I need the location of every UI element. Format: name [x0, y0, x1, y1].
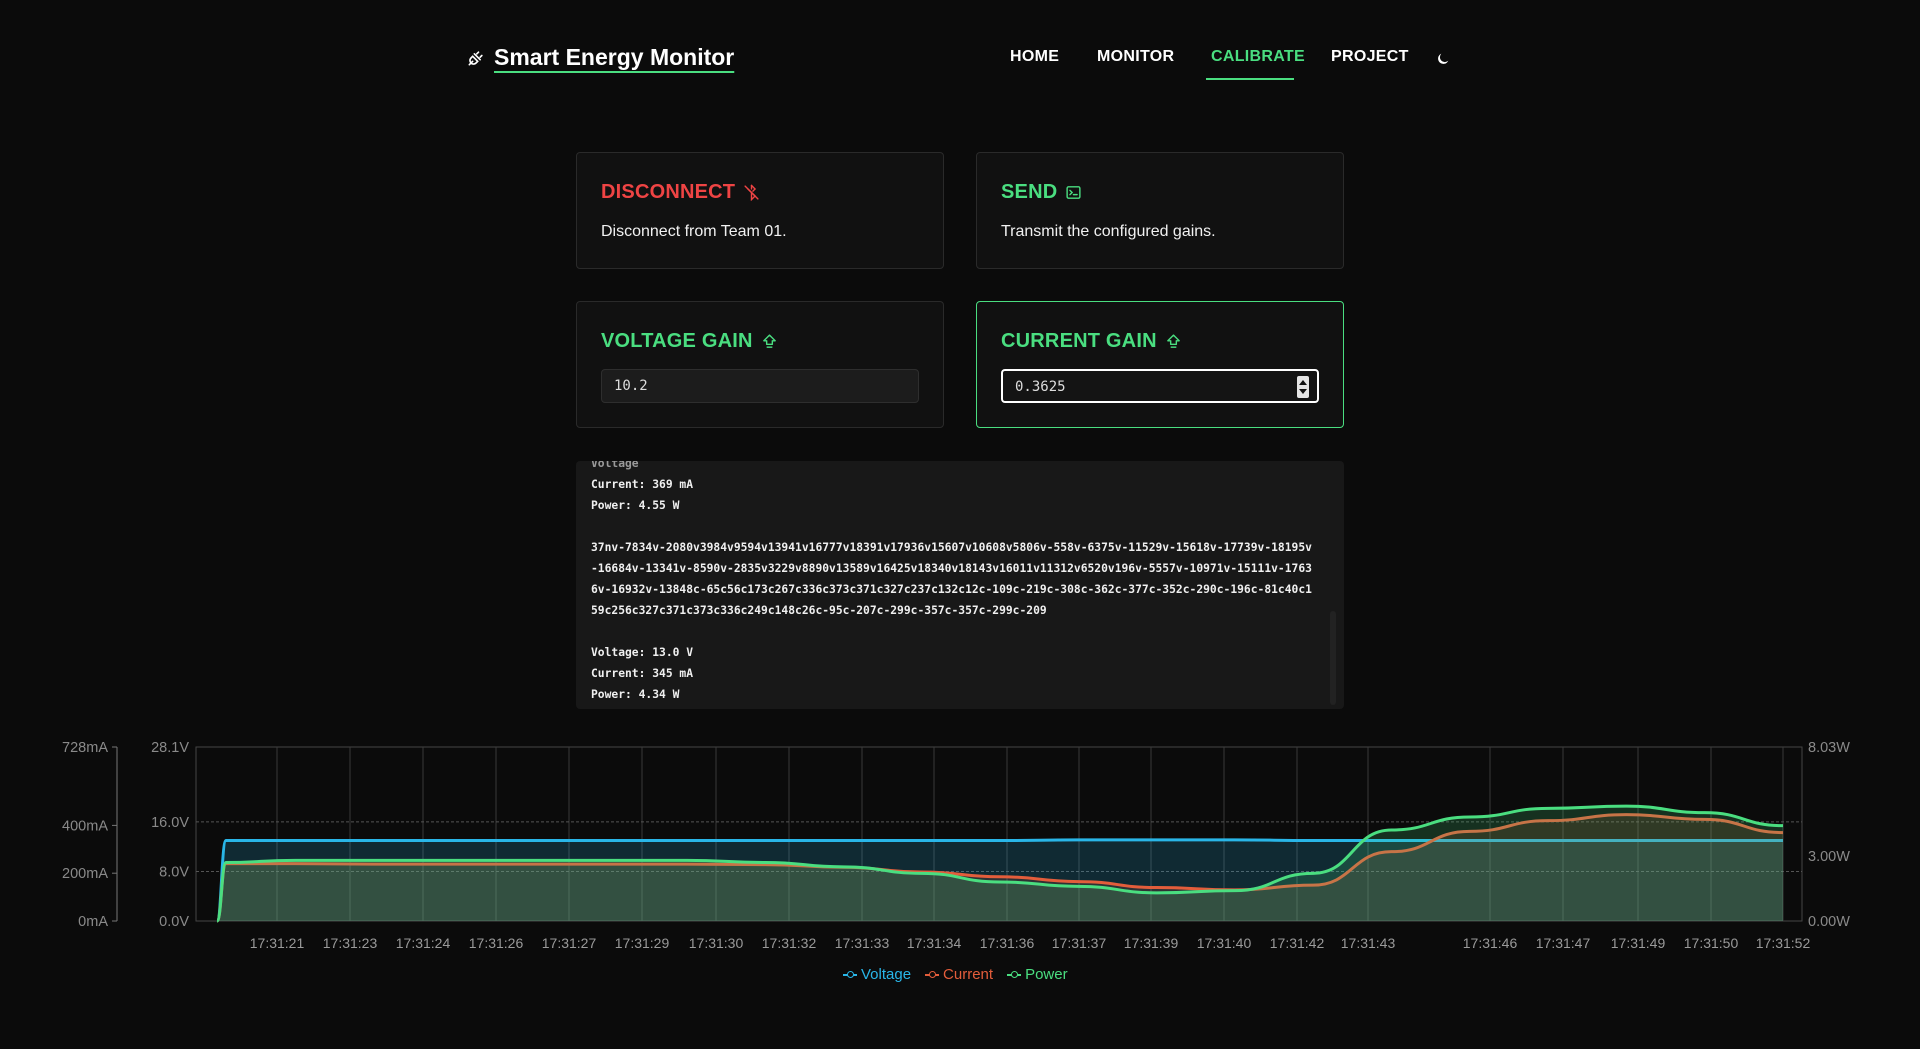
x-tick-label: 17:31:46	[1463, 935, 1518, 951]
x-tick-label: 17:31:39	[1124, 935, 1179, 951]
x-tick-label: 17:31:42	[1270, 935, 1325, 951]
x-tick-label: 17:31:30	[689, 935, 744, 951]
x-tick-label: 17:31:36	[980, 935, 1035, 951]
current-axis-tick: 728mA	[62, 740, 108, 756]
log-line: Voltage: 13.0 V	[591, 646, 694, 659]
power-axis-tick: 8.03W	[1808, 740, 1850, 756]
chart-canvas: 17:31:21 17:31:23 17:31:24 17:31:26 17:31:27…	[62, 740, 1850, 951]
voltage-gain-label: VOLTAGE GAIN	[601, 330, 753, 352]
current-gain-input[interactable]: 0.3625	[1001, 369, 1319, 403]
arrow-up-icon	[762, 334, 776, 348]
main-nav: HOME MONITOR CALIBRATE PROJECT	[0, 48, 1920, 84]
nav-monitor[interactable]: MONITOR	[1097, 48, 1174, 66]
bluetooth-off-icon	[744, 184, 759, 201]
x-tick-label: 17:31:34	[907, 935, 962, 951]
x-tick-label: 17:31:33	[835, 935, 890, 951]
log-line: Current: 369 mA	[591, 478, 694, 491]
current-gain-heading: CURRENT GAIN	[1001, 330, 1182, 353]
legend-voltage[interactable]: Voltage	[843, 966, 911, 983]
disconnect-button[interactable]: DISCONNECT	[601, 181, 760, 204]
x-tick-label: 17:31:40	[1197, 935, 1252, 951]
x-tick-label: 17:31:37	[1052, 935, 1107, 951]
current-gain-card: CURRENT GAIN 0.3625	[976, 301, 1344, 428]
voltage-axis-tick: 0.0V	[159, 914, 189, 930]
send-label: SEND	[1001, 181, 1058, 203]
nav-home[interactable]: HOME	[1010, 48, 1059, 66]
x-tick-label: 17:31:23	[323, 935, 378, 951]
disconnect-label: DISCONNECT	[601, 181, 736, 203]
legend-current[interactable]: Current	[925, 966, 993, 983]
number-spinner[interactable]	[1297, 376, 1309, 398]
voltage-axis-tick: 8.0V	[159, 864, 189, 880]
current-gain-value: 0.3625	[1015, 379, 1066, 395]
x-tick-label: 17:31:52	[1756, 935, 1811, 951]
x-tick-label: 17:31:49	[1611, 935, 1666, 951]
power-axis-tick: 0.00W	[1808, 914, 1850, 930]
current-axis-tick: 400mA	[62, 818, 108, 834]
serial-log[interactable]: Voltage Current: 369 mA Power: 4.55 W 37…	[576, 461, 1344, 709]
nav-project[interactable]: PROJECT	[1331, 48, 1409, 66]
power-axis-tick: 3.00W	[1808, 849, 1850, 865]
x-tick-label: 17:31:21	[250, 935, 305, 951]
energy-chart: 17:31:21 17:31:23 17:31:24 17:31:26 17:31:27…	[0, 735, 1920, 985]
moon-icon[interactable]	[1435, 51, 1451, 67]
log-line-clipped: Voltage	[591, 461, 639, 470]
voltage-gain-card: VOLTAGE GAIN 10.2	[576, 301, 944, 428]
voltage-axis-tick: 16.0V	[151, 815, 189, 831]
legend-power-label: Power	[1025, 966, 1068, 983]
send-button[interactable]: SEND	[1001, 181, 1082, 204]
current-gain-label: CURRENT GAIN	[1001, 330, 1157, 352]
arrow-up-icon	[1166, 334, 1180, 348]
disconnect-card[interactable]: DISCONNECT Disconnect from Team 01.	[576, 152, 944, 269]
log-line: Power: 4.55 W	[591, 499, 680, 512]
send-description: Transmit the configured gains.	[1001, 223, 1216, 240]
terminal-icon	[1066, 186, 1081, 199]
voltage-gain-heading: VOLTAGE GAIN	[601, 330, 778, 353]
voltage-gain-input[interactable]: 10.2	[601, 369, 919, 403]
x-tick-label: 17:31:29	[615, 935, 670, 951]
legend-voltage-label: Voltage	[861, 966, 912, 983]
x-tick-label: 17:31:50	[1684, 935, 1739, 951]
log-line: Current: 345 mA	[591, 667, 694, 680]
current-axis-tick: 0mA	[78, 914, 108, 930]
x-tick-label: 17:31:27	[542, 935, 597, 951]
nav-calibrate[interactable]: CALIBRATE	[1211, 48, 1305, 66]
x-tick-label: 17:31:43	[1341, 935, 1396, 951]
current-axis-tick: 200mA	[62, 866, 108, 882]
log-scrollbar[interactable]	[1330, 611, 1336, 705]
log-line: Power: 4.34 W	[591, 688, 680, 701]
x-tick-label: 17:31:24	[396, 935, 451, 951]
log-raw-samples: 37nv-7834v-2080v3984v9594v13941v16777v18…	[591, 541, 1312, 617]
x-tick-label: 17:31:47	[1536, 935, 1591, 951]
send-card[interactable]: SEND Transmit the configured gains.	[976, 152, 1344, 269]
legend-current-label: Current	[943, 966, 994, 983]
nav-active-indicator	[1206, 78, 1294, 80]
disconnect-description: Disconnect from Team 01.	[601, 223, 787, 240]
x-tick-label: 17:31:32	[762, 935, 817, 951]
voltage-axis-tick: 28.1V	[151, 740, 189, 756]
x-tick-label: 17:31:26	[469, 935, 524, 951]
legend-power[interactable]: Power	[1007, 966, 1068, 983]
chart-legend: Voltage Current Power	[843, 966, 1068, 983]
serial-log-content: Voltage Current: 369 mA Power: 4.55 W 37…	[591, 461, 1316, 705]
